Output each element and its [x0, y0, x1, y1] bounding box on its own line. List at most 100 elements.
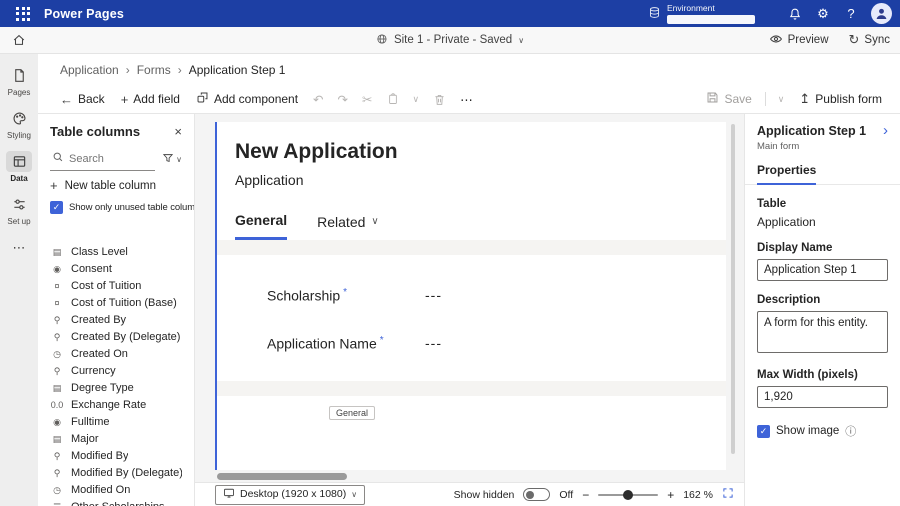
site-status-label: Site 1 - Private - Saved — [393, 34, 513, 46]
description-input[interactable]: A form for this entity. — [757, 311, 888, 353]
column-type-icon: ◉ — [53, 417, 61, 427]
save-floppy-icon — [706, 91, 719, 107]
column-name: Exchange Rate — [71, 399, 147, 411]
save-button[interactable]: Save — [698, 88, 759, 110]
vertical-scrollbar[interactable] — [731, 124, 735, 454]
table-column-item[interactable]: ▤ Major — [38, 431, 194, 448]
horizontal-scrollbar[interactable] — [217, 473, 347, 480]
cut-scissors-icon[interactable]: ✂ — [355, 92, 379, 107]
add-field-button[interactable]: + Add field — [113, 88, 188, 110]
filter-button[interactable]: ∨ — [162, 152, 182, 167]
add-component-button[interactable]: Add component — [188, 88, 306, 110]
device-size-dropdown[interactable]: Desktop (1920 x 1080) ∨ — [215, 484, 366, 505]
rail-more-button[interactable]: ⋯ — [13, 240, 26, 256]
breadcrumb-application[interactable]: Application — [60, 63, 119, 77]
sidebar-item-data[interactable]: Data — [0, 148, 38, 188]
field-value: --- — [425, 335, 442, 351]
close-icon[interactable]: × — [174, 124, 182, 139]
column-name: Degree Type — [71, 382, 134, 394]
table-column-item[interactable]: ◷ Created On — [38, 346, 194, 363]
table-column-item[interactable]: ¤ Cost of Tuition (Base) — [38, 295, 194, 312]
show-hidden-label: Show hidden — [453, 488, 515, 501]
help-icon[interactable]: ? — [837, 0, 865, 27]
collapse-panel-chevron-icon[interactable]: › — [883, 123, 888, 138]
form-field[interactable]: Scholarship * --- — [267, 271, 726, 319]
chevron-down-icon: ∨ — [518, 35, 525, 45]
required-marker: * — [379, 334, 384, 346]
table-column-item[interactable]: ◉ Fulltime — [38, 414, 194, 431]
table-column-item[interactable]: ⚲ Currency — [38, 363, 194, 380]
form-table-name: Application — [235, 172, 304, 188]
user-avatar[interactable] — [871, 3, 892, 24]
save-options-chevron-icon[interactable]: ∨ — [771, 94, 792, 105]
fit-to-screen-icon[interactable] — [722, 487, 734, 502]
table-column-item[interactable]: 0.0 Exchange Rate — [38, 397, 194, 414]
table-column-item[interactable]: ⚲ Modified By (Delegate) — [38, 465, 194, 482]
breadcrumb-forms[interactable]: Forms — [137, 63, 171, 77]
zoom-slider[interactable] — [598, 489, 659, 500]
table-column-item[interactable]: ▤ Degree Type — [38, 380, 194, 397]
environment-icon — [648, 6, 661, 22]
show-hidden-toggle[interactable] — [523, 488, 551, 501]
site-status-menu[interactable]: Site 1 - Private - Saved ∨ — [376, 33, 524, 48]
publish-form-button[interactable]: ↥ Publish form — [791, 88, 890, 110]
column-name: Class Level — [71, 246, 128, 258]
form-field[interactable]: Application Name * --- — [267, 319, 726, 367]
table-column-item[interactable]: ▤ Class Level — [38, 244, 194, 261]
back-button[interactable]: ← Back — [52, 88, 113, 110]
canvas-footer: Desktop (1920 x 1080) ∨ Show hidden Off … — [195, 482, 744, 506]
sidebar-item-pages[interactable]: Pages — [0, 62, 38, 102]
table-column-item[interactable]: ⚲ Created By (Delegate) — [38, 329, 194, 346]
home-icon[interactable] — [0, 33, 38, 47]
undo-icon[interactable]: ↶ — [306, 92, 330, 107]
zoom-out-button[interactable]: − — [582, 488, 589, 502]
column-type-icon: ▤ — [52, 247, 62, 257]
table-column-item[interactable]: ¤ Cost of Tuition — [38, 278, 194, 295]
section-name-tag[interactable]: General — [329, 406, 376, 420]
search-input[interactable] — [69, 152, 154, 165]
environment-label: Environment — [667, 3, 715, 13]
chevron-down-icon[interactable]: ∨ — [406, 94, 427, 105]
info-icon[interactable]: ⓘ — [845, 423, 856, 439]
selected-element-subtitle: Main form — [757, 141, 800, 152]
column-type-icon: ☰ — [50, 501, 64, 506]
max-width-input[interactable] — [757, 386, 888, 408]
table-column-item[interactable]: ☰ Other Scholarships — [38, 499, 194, 506]
table-column-item[interactable]: ◷ Modified On — [38, 482, 194, 499]
section-spacer — [217, 381, 726, 396]
form-canvas: New Application Application General Rela… — [195, 114, 744, 506]
tab-general[interactable]: General — [235, 212, 288, 240]
redo-icon[interactable]: ↷ — [331, 92, 355, 107]
left-nav-rail: Pages Styling Data Set up ⋯ — [0, 54, 38, 506]
monitor-icon — [223, 487, 235, 502]
settings-gear-icon[interactable]: ⚙ — [809, 0, 837, 27]
display-name-input[interactable] — [757, 259, 888, 281]
table-column-item[interactable]: ◉ Consent — [38, 261, 194, 278]
app-header: Power Pages Environment ⚙ ? — [0, 0, 900, 27]
waffle-menu-icon[interactable] — [8, 6, 38, 21]
show-unused-columns-checkbox[interactable]: ✓ Show only unused table columns — [38, 198, 194, 220]
zoom-in-button[interactable]: + — [667, 488, 674, 502]
sidebar-item-setup[interactable]: Set up — [0, 191, 38, 231]
paste-clipboard-icon[interactable] — [380, 93, 406, 105]
preview-button[interactable]: Preview — [769, 32, 829, 49]
column-name: Modified By (Delegate) — [71, 467, 182, 479]
sync-button[interactable]: ↻ Sync — [849, 32, 890, 48]
table-column-item[interactable]: ⚲ Modified By — [38, 448, 194, 465]
more-options-icon[interactable]: ⋯ — [453, 92, 480, 107]
max-width-label: Max Width (pixels) — [757, 369, 858, 381]
chevron-down-icon: ∨ — [176, 155, 182, 164]
form-preview-page[interactable]: New Application Application General Rela… — [215, 122, 726, 470]
delete-trash-icon[interactable] — [426, 93, 453, 106]
table-column-item[interactable]: ⚲ Created By — [38, 312, 194, 329]
notifications-bell-icon[interactable] — [781, 0, 809, 27]
column-name: Major — [71, 433, 99, 445]
eye-icon — [769, 32, 783, 49]
tab-related[interactable]: Related ∨ — [317, 212, 379, 240]
display-name-label: Display Name — [757, 242, 833, 254]
tab-properties[interactable]: Properties — [757, 163, 817, 185]
sidebar-item-styling[interactable]: Styling — [0, 105, 38, 145]
show-image-checkbox[interactable]: ✓ Show image ⓘ — [757, 423, 888, 439]
new-table-column-button[interactable]: + New table column — [38, 171, 194, 198]
environment-picker[interactable]: Environment — [648, 3, 755, 24]
